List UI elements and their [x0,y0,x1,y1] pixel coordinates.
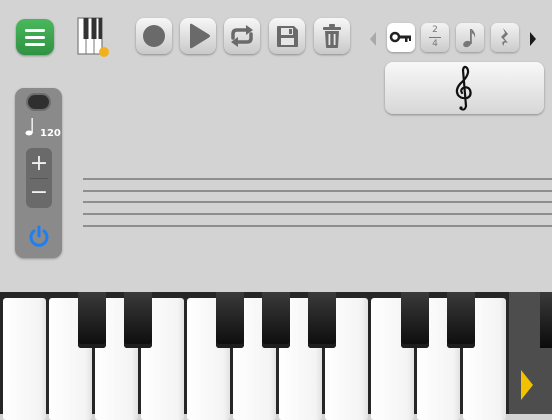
trash-icon [323,24,341,48]
tempo-stepper: + − [26,148,52,208]
save-button[interactable] [269,18,305,54]
tab-rest[interactable] [491,23,519,52]
black-key[interactable] [124,292,152,348]
tab-key[interactable] [387,23,415,52]
time-signature: 2 4 [421,25,449,50]
menu-bar [25,36,45,39]
loop-icon [231,25,253,47]
piano-keyboard [0,292,552,420]
tempo-increase-button[interactable]: + [26,150,52,178]
tab-time-signature[interactable]: 2 4 [421,23,449,52]
black-key[interactable] [447,292,475,348]
time-signature-bottom: 4 [432,39,438,49]
tab-note[interactable] [456,23,484,52]
record-icon [143,25,165,47]
loop-button[interactable] [224,18,260,54]
power-icon[interactable] [27,224,51,248]
key-icon [389,31,411,43]
black-key[interactable] [401,292,429,348]
staff-line [83,178,552,180]
black-key[interactable] [262,292,290,348]
time-signature-divider [429,37,441,38]
treble-clef-icon [455,65,472,111]
tempo-decrease-button[interactable]: − [26,179,52,207]
black-key[interactable] [78,292,106,348]
time-signature-top: 2 [432,25,438,35]
quarter-note-icon [25,118,33,136]
tabs-scroll-left-icon[interactable] [368,30,378,48]
black-key[interactable] [308,292,336,348]
staff-line [83,213,552,215]
rest-icon [501,28,508,46]
save-icon [277,26,298,47]
clef-selector-button[interactable] [385,62,544,114]
record-button[interactable] [136,18,172,54]
play-icon [190,23,210,49]
black-key[interactable] [540,292,552,348]
play-button[interactable] [180,18,216,54]
black-key[interactable] [216,292,244,348]
staff-line [83,201,552,203]
menu-button[interactable] [16,19,54,55]
tempo-value: 120 [40,128,61,139]
staff-line [83,190,552,192]
tempo-panel: 120 + − [15,88,62,258]
note-icon [463,29,476,48]
menu-bar [25,43,45,46]
piano-keys-icon[interactable] [77,17,109,57]
metronome-toggle[interactable] [26,93,51,111]
staff-line [83,225,552,227]
menu-bar [25,29,45,32]
tabs-scroll-right-icon[interactable] [528,30,538,48]
white-key[interactable] [3,298,46,420]
keyboard-scroll-right-button[interactable] [509,292,552,414]
delete-button[interactable] [314,18,350,54]
